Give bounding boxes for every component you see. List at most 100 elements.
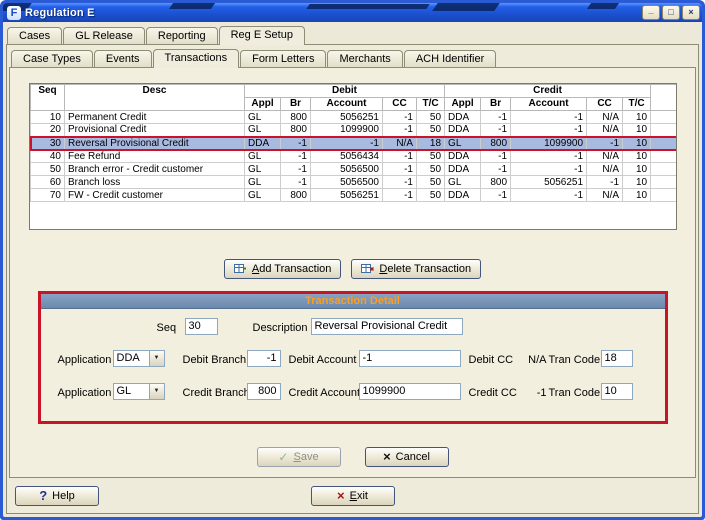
credit-branch-input[interactable]: 800	[247, 383, 281, 400]
debit-application-select[interactable]: DDA ▼	[113, 350, 165, 367]
table-row[interactable]: 40Fee RefundGL-15056434-150DDA-1-1N/A10	[31, 150, 677, 163]
tab-ach-identifier[interactable]: ACH Identifier	[404, 50, 496, 67]
cell-debit-tc: 50	[417, 124, 445, 137]
debit-tran-code-input[interactable]: 18	[601, 350, 633, 367]
debit-application-label: Application	[58, 353, 112, 367]
cell-filler	[651, 189, 677, 202]
tab-merchants[interactable]: Merchants	[327, 50, 402, 67]
cell-debit-account: 5056500	[311, 176, 383, 189]
col-header-debit-tc[interactable]: T/C	[417, 98, 445, 111]
cell-credit-br: -1	[481, 111, 511, 124]
maximize-button[interactable]: □	[662, 5, 680, 20]
add-transaction-button[interactable]: Add Transaction	[224, 259, 342, 279]
cell-credit-cc: -1	[587, 137, 623, 150]
tab-gl-release[interactable]: GL Release	[63, 27, 145, 44]
cell-credit-account: 5056251	[511, 176, 587, 189]
cell-credit-br: -1	[481, 163, 511, 176]
tab-reg-e-setup[interactable]: Reg E Setup	[219, 26, 305, 45]
save-button[interactable]: ✓ Save	[257, 447, 341, 467]
cell-credit-appl: GL	[445, 137, 481, 150]
table-row[interactable]: 70FW - Credit customerGL8005056251-150DD…	[31, 189, 677, 202]
cell-seq: 40	[31, 150, 65, 163]
delete-transaction-icon	[361, 263, 374, 275]
dropdown-arrow-icon[interactable]: ▼	[149, 351, 164, 366]
cell-credit-cc: N/A	[587, 150, 623, 163]
save-label: Save	[293, 451, 318, 463]
cell-debit-tc: 50	[417, 176, 445, 189]
cell-debit-account: 5056434	[311, 150, 383, 163]
save-cancel-row: ✓ Save × Cancel	[10, 447, 695, 467]
col-header-credit-cc[interactable]: CC	[587, 98, 623, 111]
exit-label: Exit	[350, 490, 368, 502]
tab-form-letters[interactable]: Form Letters	[240, 50, 326, 67]
cell-debit-account: -1	[311, 137, 383, 150]
cell-credit-cc: -1	[587, 176, 623, 189]
cell-debit-br: -1	[281, 137, 311, 150]
cell-debit-cc: -1	[383, 150, 417, 163]
tab-events[interactable]: Events	[94, 50, 152, 67]
cell-debit-br: -1	[281, 150, 311, 163]
exit-x-icon: ×	[337, 491, 345, 501]
transactions-tab-page: Seq Desc Debit Credit Appl Br Account CC	[9, 67, 696, 478]
debit-account-input[interactable]: -1	[359, 350, 461, 367]
col-header-debit-br[interactable]: Br	[281, 98, 311, 111]
table-row[interactable]: 50Branch error - Credit customerGL-15056…	[31, 163, 677, 176]
cell-credit-tc: 10	[623, 111, 651, 124]
help-label: Help	[52, 490, 75, 502]
col-header-desc[interactable]: Desc	[65, 85, 245, 111]
cell-credit-br: 800	[481, 176, 511, 189]
col-header-debit-appl[interactable]: Appl	[245, 98, 281, 111]
cell-debit-appl: GL	[245, 176, 281, 189]
col-header-credit-account[interactable]: Account	[511, 98, 587, 111]
credit-tran-code-input[interactable]: 10	[601, 383, 633, 400]
cell-debit-br: 800	[281, 124, 311, 137]
table-row[interactable]: 60Branch lossGL-15056500-150GL8005056251…	[31, 176, 677, 189]
cell-seq: 50	[31, 163, 65, 176]
minimize-button[interactable]: _	[642, 5, 660, 20]
exit-button[interactable]: × Exit	[311, 486, 395, 506]
app-body: Cases GL Release Reporting Reg E Setup C…	[3, 22, 702, 517]
col-header-debit-cc[interactable]: CC	[383, 98, 417, 111]
col-header-seq[interactable]: Seq	[31, 85, 65, 111]
cell-credit-br: -1	[481, 124, 511, 137]
table-row[interactable]: 10Permanent CreditGL8005056251-150DDA-1-…	[31, 111, 677, 124]
dropdown-arrow-icon[interactable]: ▼	[149, 384, 164, 399]
tab-transactions[interactable]: Transactions	[153, 49, 240, 68]
cell-credit-appl: GL	[445, 176, 481, 189]
col-header-credit-br[interactable]: Br	[481, 98, 511, 111]
cell-seq: 20	[31, 124, 65, 137]
titlebar-decoration	[587, 3, 619, 9]
col-header-credit-appl[interactable]: Appl	[445, 98, 481, 111]
description-input[interactable]: Reversal Provisional Credit	[311, 318, 463, 335]
table-row[interactable]: 20Provisional CreditGL8001099900-150DDA-…	[31, 124, 677, 137]
add-transaction-icon	[234, 263, 247, 275]
col-header-credit-tc[interactable]: T/C	[623, 98, 651, 111]
credit-account-input[interactable]: 1099900	[359, 383, 461, 400]
cancel-x-icon: ×	[383, 452, 391, 462]
regulation-e-window: F Regulation E _ □ × Cases GL Release Re…	[0, 0, 705, 520]
table-row[interactable]: 30Reversal Provisional CreditDDA-1-1N/A1…	[31, 137, 677, 150]
cancel-button[interactable]: × Cancel	[365, 447, 449, 467]
bottom-bar: ? Help × Exit	[7, 478, 698, 513]
credit-branch-label: Credit Branch	[183, 386, 250, 400]
delete-transaction-button[interactable]: Delete Transaction	[351, 259, 481, 279]
credit-account-label: Credit Account	[289, 386, 361, 400]
debit-cc-label: Debit CC	[469, 353, 514, 367]
credit-application-select[interactable]: GL ▼	[113, 383, 165, 400]
cell-debit-tc: 50	[417, 150, 445, 163]
cell-filler	[651, 176, 677, 189]
tab-reporting[interactable]: Reporting	[146, 27, 218, 44]
grid-body: 10Permanent CreditGL8005056251-150DDA-1-…	[31, 111, 677, 202]
description-label: Description	[253, 321, 308, 335]
close-button[interactable]: ×	[682, 5, 700, 20]
debit-branch-input[interactable]: -1	[247, 350, 281, 367]
tab-case-types[interactable]: Case Types	[11, 50, 93, 67]
tab-cases[interactable]: Cases	[7, 27, 62, 44]
cell-credit-account: -1	[511, 189, 587, 202]
cell-credit-appl: DDA	[445, 111, 481, 124]
col-header-debit-account[interactable]: Account	[311, 98, 383, 111]
cell-debit-appl: GL	[245, 111, 281, 124]
seq-input[interactable]: 30	[185, 318, 218, 335]
help-button[interactable]: ? Help	[15, 486, 99, 506]
cell-seq: 70	[31, 189, 65, 202]
